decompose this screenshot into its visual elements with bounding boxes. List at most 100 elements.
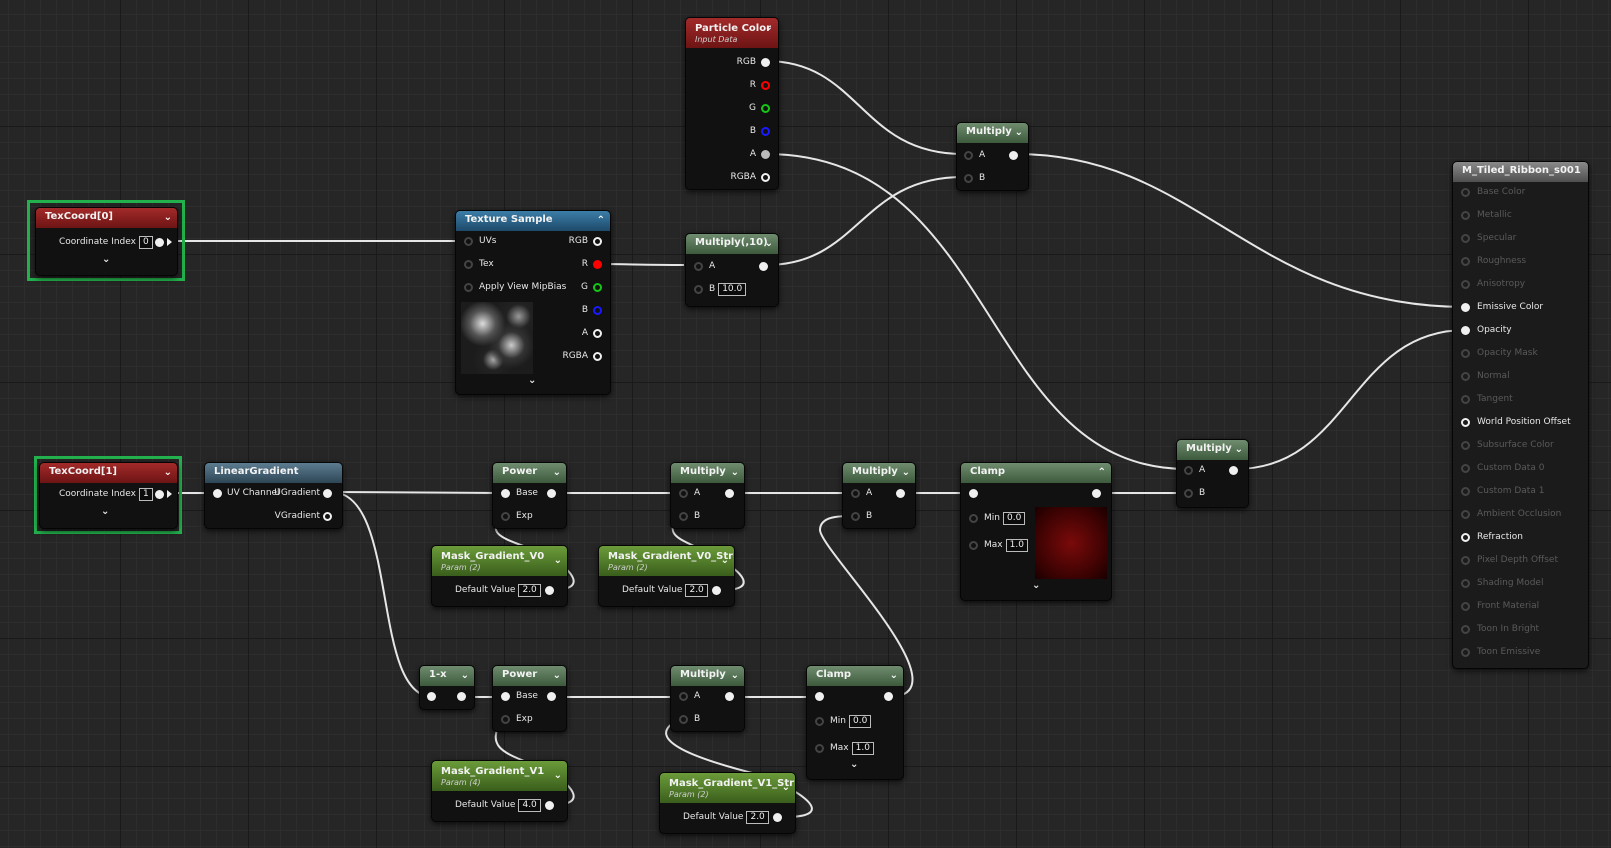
chevron-down-icon[interactable]: ⌄	[554, 552, 562, 570]
chevron-down-icon[interactable]: ⌄	[731, 667, 739, 685]
coordinate-index-field[interactable]: 1	[138, 488, 153, 501]
output-pin-rgba[interactable]	[761, 173, 770, 182]
material-input-pin[interactable]	[1461, 395, 1470, 404]
material-input-pin[interactable]	[1461, 372, 1470, 381]
input-pin-a[interactable]	[679, 692, 688, 701]
material-input-pin[interactable]	[1461, 533, 1470, 542]
input-pin[interactable]	[815, 692, 824, 701]
chevron-down-icon[interactable]: ⌄	[164, 464, 172, 482]
output-pin-r[interactable]	[593, 260, 602, 269]
clamp1-header[interactable]: Clamp ⌃	[961, 463, 1111, 483]
multiply-10-header[interactable]: Multiply(,10) ⌄	[686, 234, 778, 254]
particle-color-header[interactable]: Particle Color Input Data ⌄	[686, 18, 778, 48]
multiply-c-node[interactable]: Multiply ⌄ A B	[670, 665, 745, 732]
mask-gradient-v0-node[interactable]: Mask_Gradient_V0 Param (2) ⌄ Default Val…	[431, 545, 568, 607]
clamp1-node[interactable]: Clamp ⌃ Min 0.0 Max 1.0 ⌄	[960, 462, 1112, 601]
default-value-field[interactable]: 4.0	[518, 799, 541, 812]
chevron-down-icon[interactable]: ⌄	[765, 19, 773, 37]
material-output-header[interactable]: M_Tiled_Ribbon_s001	[1453, 162, 1588, 182]
expand-chevron-icon[interactable]: ⌄	[850, 759, 858, 770]
output-pin-r[interactable]	[761, 81, 770, 90]
chevron-up-icon[interactable]: ⌃	[597, 212, 605, 230]
chevron-down-icon[interactable]: ⌄	[731, 464, 739, 482]
output-pin[interactable]	[1009, 151, 1018, 160]
default-value-field[interactable]: 2.0	[685, 584, 708, 597]
chevron-down-icon[interactable]: ⌄	[890, 667, 898, 685]
material-input-pin[interactable]	[1461, 556, 1470, 565]
mask-gradient-v0-header[interactable]: Mask_Gradient_V0 Param (2) ⌄	[432, 546, 567, 576]
mask-gradient-v1-node[interactable]: Mask_Gradient_V1 Param (4) ⌄ Default Val…	[431, 760, 568, 822]
multiply-10-node[interactable]: Multiply(,10) ⌄ A B 10.0	[685, 233, 779, 307]
output-pin[interactable]	[725, 489, 734, 498]
mask-gradient-v1-str-header[interactable]: Mask_Gradient_V1_Str Param (2) ⌄	[660, 773, 795, 803]
input-pin-b[interactable]	[851, 512, 860, 521]
output-pin-ugradient[interactable]	[323, 489, 332, 498]
material-input-pin[interactable]	[1461, 510, 1470, 519]
chevron-down-icon[interactable]: ⌄	[461, 667, 469, 685]
chevron-up-icon[interactable]: ⌃	[1098, 464, 1106, 482]
output-pin[interactable]	[457, 692, 466, 701]
material-input-pin[interactable]	[1461, 188, 1470, 197]
output-pin-rgb[interactable]	[761, 58, 770, 67]
input-pin-base[interactable]	[501, 489, 510, 498]
input-pin-min[interactable]	[969, 514, 978, 523]
material-input-pin[interactable]	[1461, 625, 1470, 634]
clamp2-header[interactable]: Clamp ⌄	[807, 666, 903, 686]
output-pin[interactable]	[773, 813, 782, 822]
mask-gradient-v1-header[interactable]: Mask_Gradient_V1 Param (4) ⌄	[432, 761, 567, 791]
output-pin[interactable]	[1229, 466, 1238, 475]
multiply-right-header[interactable]: Multiply ⌄	[1177, 440, 1248, 460]
expand-chevron-icon[interactable]: ⌄	[102, 254, 110, 265]
input-pin-uvs[interactable]	[464, 237, 473, 246]
multiply-right-node[interactable]: Multiply ⌄ A B	[1176, 439, 1249, 508]
input-pin-a[interactable]	[851, 489, 860, 498]
texcoord0-header[interactable]: TexCoord[0] ⌄	[36, 208, 177, 228]
expand-chevron-icon[interactable]: ⌄	[1032, 580, 1040, 591]
multiply-b-header[interactable]: Multiply ⌄	[843, 463, 915, 483]
material-input-pin[interactable]	[1461, 487, 1470, 496]
output-pin-b[interactable]	[761, 127, 770, 136]
texcoord1-node[interactable]: TexCoord[1] ⌄ Coordinate Index 1 ⌄	[39, 462, 178, 529]
power1-node[interactable]: Power ⌄ Base Exp	[492, 462, 567, 529]
min-value-field[interactable]: 0.0	[1002, 512, 1026, 525]
mask-gradient-v0-str-node[interactable]: Mask_Gradient_V0_Str Param (2) ⌄ Default…	[598, 545, 735, 607]
input-pin-a[interactable]	[694, 262, 703, 271]
coordinate-index-field[interactable]: 0	[138, 236, 153, 249]
input-pin-a[interactable]	[679, 489, 688, 498]
input-pin-mipbias[interactable]	[464, 283, 473, 292]
chevron-down-icon[interactable]: ⌄	[554, 767, 562, 785]
chevron-down-icon[interactable]: ⌄	[164, 209, 172, 227]
power2-header[interactable]: Power ⌄	[493, 666, 566, 686]
input-pin-tex[interactable]	[464, 260, 473, 269]
mask-gradient-v0-str-header[interactable]: Mask_Gradient_V0_Str Param (2) ⌄	[599, 546, 734, 576]
output-pin-g[interactable]	[593, 283, 602, 292]
power1-header[interactable]: Power ⌄	[493, 463, 566, 483]
input-pin-exp[interactable]	[501, 512, 510, 521]
max-value-field[interactable]: 1.0	[851, 742, 874, 755]
output-pin[interactable]	[155, 490, 164, 499]
output-pin[interactable]	[896, 489, 905, 498]
material-input-pin[interactable]	[1461, 349, 1470, 358]
multiply-c-header[interactable]: Multiply ⌄	[671, 666, 744, 686]
one-minus-header[interactable]: 1-x ⌄	[420, 666, 474, 686]
chevron-down-icon[interactable]: ⌄	[553, 464, 561, 482]
multiply-top-node[interactable]: Multiply ⌄ A B	[956, 122, 1029, 191]
output-pin-g[interactable]	[761, 104, 770, 113]
texture-sample-node[interactable]: Texture Sample ⌃ UVs Tex Apply View MipB…	[455, 210, 611, 395]
texture-sample-header[interactable]: Texture Sample ⌃	[456, 211, 610, 231]
mask-gradient-v1-str-node[interactable]: Mask_Gradient_V1_Str Param (2) ⌄ Default…	[659, 772, 796, 834]
material-input-pin[interactable]	[1461, 464, 1470, 473]
output-pin[interactable]	[725, 692, 734, 701]
default-value-field[interactable]: 2.0	[518, 584, 541, 597]
chevron-down-icon[interactable]: ⌄	[782, 779, 790, 797]
input-pin-b[interactable]	[679, 512, 688, 521]
expand-chevron-icon[interactable]: ⌄	[101, 506, 109, 517]
input-pin-a[interactable]	[964, 151, 973, 160]
output-pin-b[interactable]	[593, 306, 602, 315]
output-pin[interactable]	[547, 489, 556, 498]
output-pin[interactable]	[759, 262, 768, 271]
output-pin[interactable]	[884, 692, 893, 701]
input-pin-min[interactable]	[815, 717, 824, 726]
chevron-down-icon[interactable]: ⌄	[553, 667, 561, 685]
input-pin-max[interactable]	[969, 541, 978, 550]
